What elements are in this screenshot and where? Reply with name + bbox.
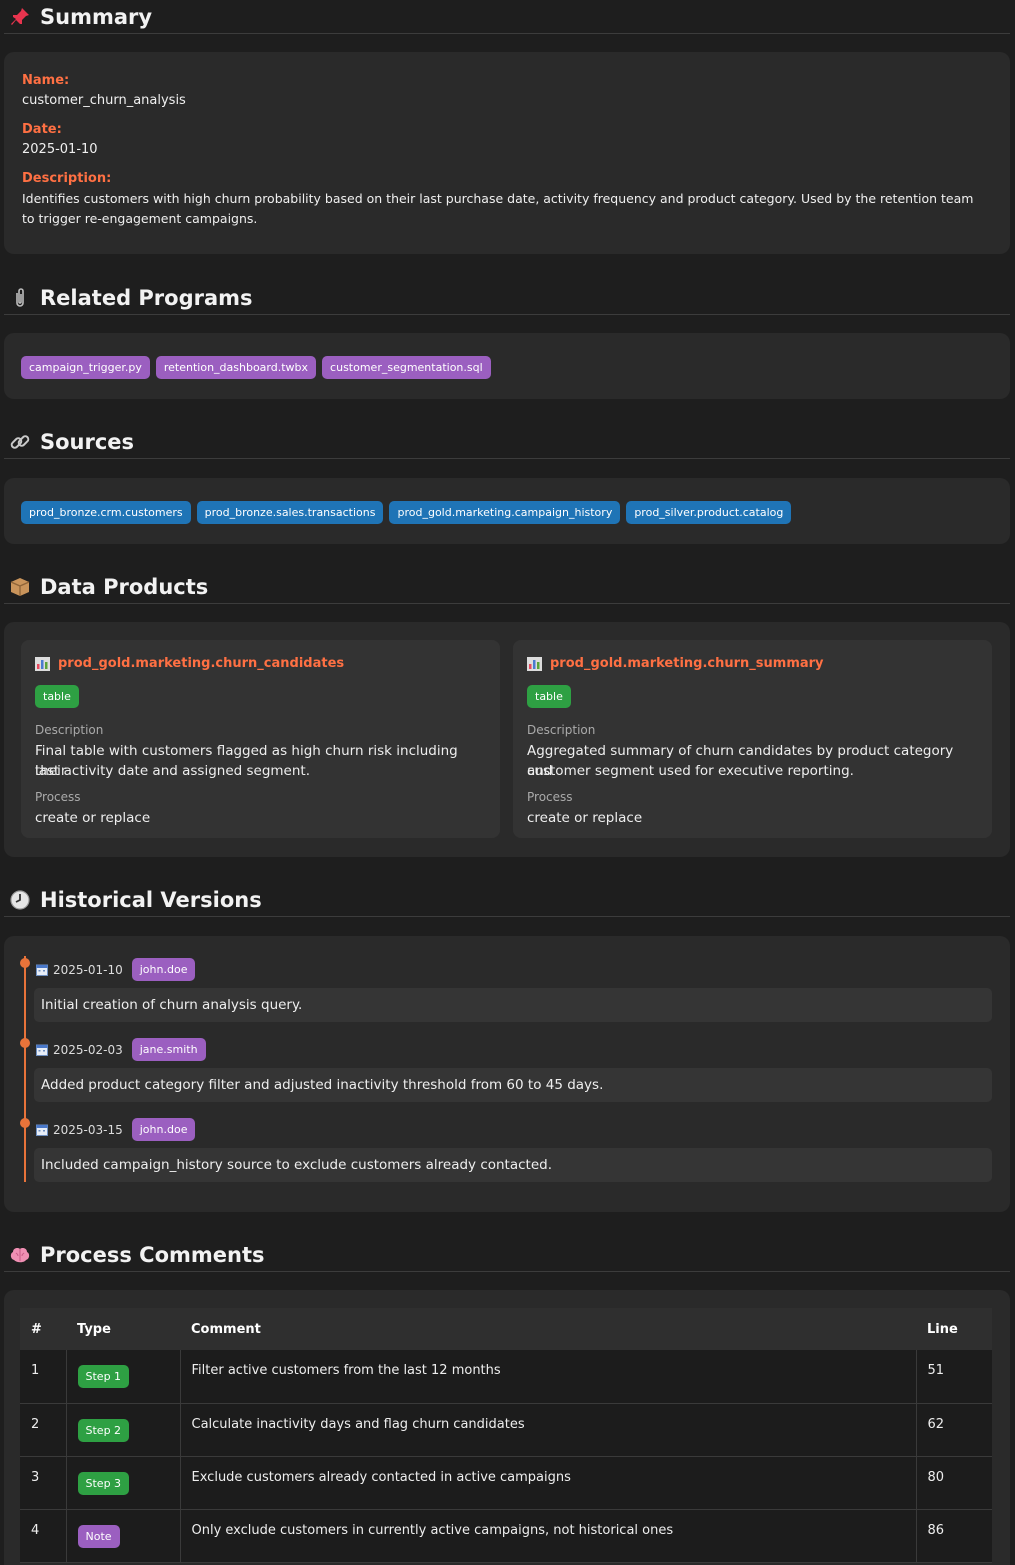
version-date: 2025-01-10 [53,962,123,977]
historical-versions-card: 2025-01-10 john.doe Initial creation of … [4,936,1010,1212]
row-number: 2 [20,1403,67,1457]
sources-card: prod_bronze.crm.customers prod_bronze.sa… [4,478,1010,544]
comment-cell: Exclude customers already contacted in a… [180,1456,917,1510]
data-product-card: prod_gold.marketing.churn_candidates tab… [21,640,500,838]
program-tag[interactable]: customer_segmentation.sql [322,356,491,379]
process-comments-card: # Type Comment Line 1 Step 1 Filter acti… [4,1290,1010,1565]
description-line-1: Identifies customers with high churn pro… [22,191,974,206]
author-badge: john.doe [131,958,196,981]
type-badge: Step 3 [77,1471,130,1495]
column-header-comment: Comment [180,1308,916,1350]
sources-title: Sources [40,429,135,454]
data-product-type-badge: table [527,685,571,708]
related-programs-card: campaign_trigger.py retention_dashboard.… [4,333,1010,399]
type-badge: Step 1 [77,1365,130,1388]
name-label: Name: [22,73,70,88]
data-product-card: prod_gold.marketing.churn_summary table … [513,640,992,838]
source-tag[interactable]: prod_bronze.sales.transactions [196,501,384,524]
process-comments-table: # Type Comment Line 1 Step 1 Filter acti… [20,1308,992,1563]
data-product-name[interactable]: prod_gold.marketing.churn_candidates [58,656,344,671]
historical-versions-header: Historical Versions [4,883,1010,917]
author-badge: john.doe [131,1118,196,1141]
description-line-2: to trigger re-engagement campaigns. [22,211,258,226]
related-programs-title: Related Programs [40,285,253,310]
type-badge: Step 2 [77,1418,130,1442]
version-note: Added product category filter and adjust… [34,1068,992,1102]
table-header-row: # Type Comment Line [20,1308,992,1350]
summary-title: Summary [40,4,153,29]
source-tag[interactable]: prod_bronze.crm.customers [21,501,191,524]
timeline-dot [20,1118,30,1128]
row-number: 1 [20,1350,67,1404]
data-products-header: Data Products [4,570,1010,604]
description-line-2: last activity date and assigned segment. [35,763,311,779]
related-programs-header: Related Programs [4,281,1010,315]
date-value: 2025-01-10 [22,142,98,157]
bar-chart-icon [527,656,542,671]
version-date: 2025-02-03 [53,1042,123,1057]
summary-card: Name: customer_churn_analysis Date: 2025… [4,52,1010,254]
date-label: Date: [22,122,62,137]
version-note: Included campaign_history source to excl… [34,1148,992,1182]
package-icon [6,575,34,599]
program-tag[interactable]: retention_dashboard.twbx [155,356,317,379]
table-row: 2 Step 2 Calculate inactivity days and f… [20,1403,992,1457]
clock-icon [6,888,34,912]
line-cell: 86 [916,1509,992,1563]
comment-cell: Calculate inactivity days and flag churn… [180,1403,917,1457]
historical-versions-title: Historical Versions [40,887,262,912]
process-label: Process [527,790,573,804]
column-header-number: # [20,1308,66,1350]
source-tag[interactable]: prod_gold.marketing.campaign_history [389,501,621,524]
sources-header: Sources [4,425,1010,459]
process-label: Process [35,790,81,804]
version-header: 2025-02-03 jane.smith [36,1038,212,1061]
line-cell: 80 [916,1456,992,1510]
bar-chart-icon [35,656,50,671]
calendar-icon [36,964,48,976]
calendar-icon [36,1044,48,1056]
data-product-type-badge: table [35,685,79,708]
comment-cell: Only exclude customers in currently acti… [180,1509,917,1563]
column-header-line: Line [916,1308,992,1350]
line-cell: 62 [916,1403,992,1457]
data-product-name[interactable]: prod_gold.marketing.churn_summary [550,656,824,671]
name-value: customer_churn_analysis [22,93,186,108]
row-number: 4 [20,1509,67,1563]
line-cell: 51 [916,1350,992,1404]
timeline-dot [20,958,30,968]
process-value: create or replace [35,810,151,826]
version-header: 2025-01-10 john.doe [36,958,201,981]
description-label: Description: [22,171,112,186]
comment-cell: Filter active customers from the last 12… [180,1350,917,1404]
process-comments-title: Process Comments [40,1242,265,1267]
version-header: 2025-03-15 john.doe [36,1118,201,1141]
calendar-icon [36,1124,48,1136]
version-note: Initial creation of churn analysis query… [34,988,992,1022]
process-value: create or replace [527,810,643,826]
process-comments-header: Process Comments [4,1238,1010,1272]
description-label: Description [35,723,104,737]
type-badge: Note [77,1524,120,1548]
column-header-type: Type [66,1308,180,1350]
table-row: 3 Step 3 Exclude customers already conta… [20,1456,992,1510]
description-line-2: customer segment used for executive repo… [527,763,854,779]
description-label: Description [527,723,596,737]
data-products-title: Data Products [40,574,209,599]
version-date: 2025-03-15 [53,1122,123,1137]
source-tag[interactable]: prod_silver.product.catalog [626,501,792,524]
timeline-dot [20,1038,30,1048]
brain-icon [6,1243,34,1267]
author-badge: jane.smith [131,1038,206,1061]
table-row: 4 Note Only exclude customers in current… [20,1509,992,1563]
table-row: 1 Step 1 Filter active customers from th… [20,1350,992,1404]
paperclip-icon [6,286,34,310]
link-icon [6,430,34,454]
row-number: 3 [20,1456,67,1510]
data-products-card: prod_gold.marketing.churn_candidates tab… [4,622,1010,857]
timeline-line [24,956,26,1182]
pushpin-icon [6,5,34,29]
summary-header: Summary [4,0,1010,34]
program-tag[interactable]: campaign_trigger.py [21,356,150,379]
